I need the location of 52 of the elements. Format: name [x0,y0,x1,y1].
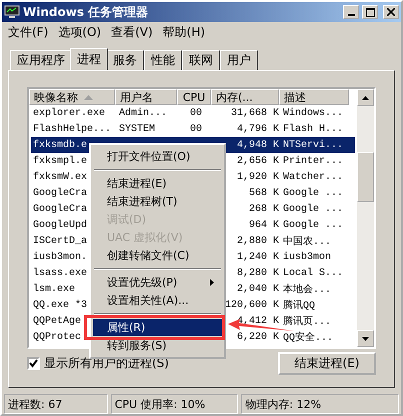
table-cell: 120,600 K [224,300,279,310]
table-cell: 2,880 K [236,236,279,246]
table-cell-text: 腾讯页... [283,314,332,328]
table-cell: 568 K [248,188,279,198]
table-cell: NTServi... [283,140,344,150]
table-cell: Flash H... [283,124,344,134]
table-cell: lsass.exe [33,268,88,278]
status-pane: 物理内存: 12% [241,394,399,414]
table-cell: 268 K [248,204,279,214]
table-cell: QQ.exe *3 [33,300,88,310]
table-cell: GoogleCra [33,188,88,198]
table-cell: iusb3mon. [33,252,88,262]
table-cell: lsm.exe [33,284,76,294]
status-pane: CPU 使用率: 10% [110,394,238,414]
table-cell: Windows... [283,108,344,118]
table-cell: 2,656 K [236,156,279,166]
table-cell: 964 K [248,220,279,230]
table-cell: 6,220 K [236,332,279,342]
table-cell: GoogleCra [33,204,88,214]
table-cell: fxksmpl.e [33,156,88,166]
table-cell: Google ... [283,188,344,198]
table-cell: 31,668 K [230,108,279,118]
table-cell: explorer.exe [33,108,106,118]
table-cell: iusb3mon [283,252,332,262]
table-cell: 1,240 K [236,252,279,262]
table-cell: SYSTEM [119,124,156,134]
table-cell: 8,280 K [236,268,279,278]
table-cell: Admin... [119,108,168,118]
table-cell: GoogleUpd [33,220,88,230]
table-cell: 4,796 K [236,124,279,134]
table-cell: Google ... [283,220,344,230]
table-cell-text: 中国农... [283,234,332,248]
table-cell: QQPetAge [33,316,82,326]
table-cell: Watcher... [283,172,344,182]
status-pane: 进程数: 67 [4,394,108,414]
table-cell: 00 [190,108,202,118]
table-cell-text: 本地会... [283,282,332,296]
table-cell: Google ... [283,204,344,214]
table-cell-text: 腾讯QQ [283,298,316,312]
table-cell: 1,920 K [236,172,279,182]
table-cell: QQProtec [33,332,82,342]
table-cell: fxksmdb.e [33,140,88,150]
table-cell: 00 [190,124,202,134]
table-cell: FlashHelpe... [33,124,112,134]
table-cell: fxksmW.ex [33,172,88,182]
table-cell: Printer... [283,156,344,166]
table-cell: Local S... [283,268,344,278]
window-title: Windows 任务管理器 [23,4,150,20]
table-cell: 2,040 K [236,284,279,294]
table-cell: ISCertD_a [33,236,88,246]
table-cell: 4,948 K [236,140,279,150]
table-cell-text: QQ安全... [283,330,334,344]
